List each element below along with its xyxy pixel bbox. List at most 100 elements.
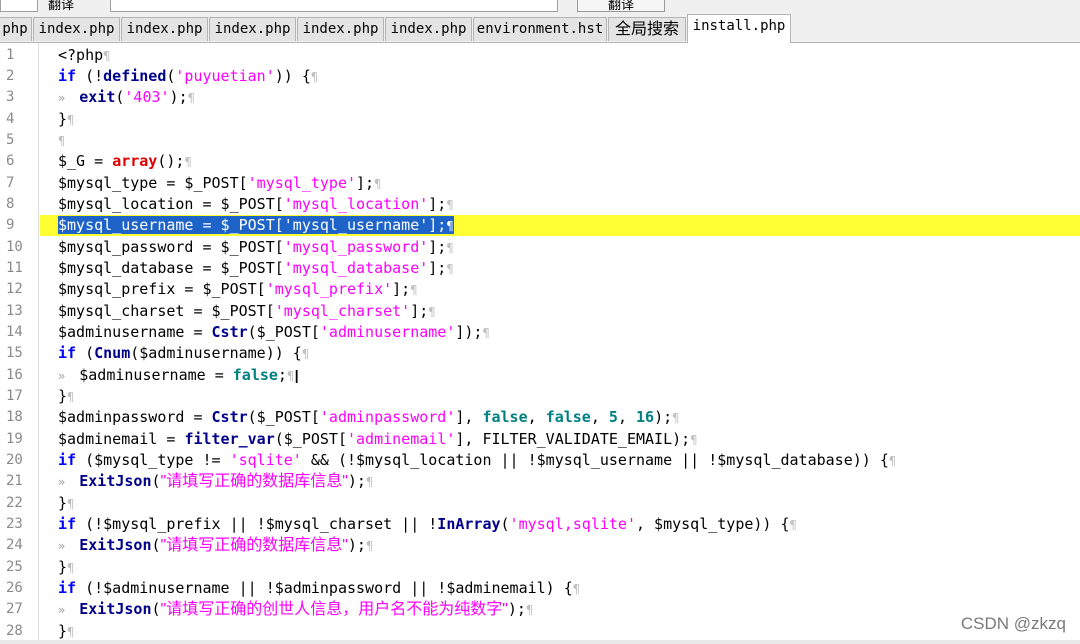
code-text: $mysql_prefix = $_POST['mysql_prefix'];¶ [58, 280, 418, 298]
line-number: 5 [6, 132, 15, 148]
line-number: 6 [6, 153, 15, 169]
code-line: if (!defined('puyuetian')) {¶ [58, 66, 1080, 87]
code-text: }¶ [58, 387, 75, 405]
line-number: 7 [6, 175, 15, 191]
line-number-gutter: 1 2 3 4 5 6 7 8 9 10 11 12 13 14 15 16 1… [0, 43, 39, 644]
code-text: if (!defined('puyuetian')) {¶ [58, 67, 319, 85]
translate-button[interactable]: 翻译 [577, 0, 665, 12]
code-text: » exit('403');¶ [58, 88, 195, 106]
tab-environment[interactable]: environment.hst [473, 17, 607, 41]
selected-code-text: $mysql_username = $_POST['mysql_username… [58, 216, 454, 234]
line-number: 17 [6, 388, 23, 404]
code-line: ¶ [58, 130, 1080, 151]
code-line: » exit('403');¶ [58, 87, 1080, 108]
code-text: }¶ [58, 622, 75, 640]
toolbar-label: 翻译 [48, 0, 75, 12]
code-line-highlighted: $mysql_username = $_POST['mysql_username… [40, 215, 1080, 236]
code-line: » ExitJson("请填写正确的数据库信息");¶ [58, 535, 1080, 556]
code-text: if (!$mysql_prefix || !$mysql_charset ||… [58, 515, 797, 533]
code-line: }¶ [58, 493, 1080, 514]
line-number: 20 [6, 452, 23, 468]
code-line: » ExitJson("请填写正确的创世人信息，用户名不能为纯数字");¶ [58, 599, 1080, 620]
line-number: 3 [6, 89, 15, 105]
code-text: <?php¶ [58, 46, 111, 64]
line-number: 18 [6, 409, 23, 425]
code-line: $adminemail = filter_var($_POST['adminem… [58, 429, 1080, 450]
code-text: if (Cnum($adminusername)) {¶ [58, 344, 310, 362]
line-number: 26 [6, 580, 23, 596]
line-number: 21 [6, 473, 23, 489]
horizontal-scrollbar[interactable] [0, 640, 1080, 644]
line-number: 12 [6, 281, 23, 297]
code-text: $mysql_database = $_POST['mysql_database… [58, 259, 454, 277]
line-number: 27 [6, 601, 23, 617]
tab-php[interactable]: php [0, 17, 32, 41]
code-line: if (Cnum($adminusername)) {¶ [58, 343, 1080, 364]
code-text: $mysql_location = $_POST['mysql_location… [58, 195, 454, 213]
code-text: $mysql_type = $_POST['mysql_type'];¶ [58, 174, 382, 192]
code-text: $mysql_charset = $_POST['mysql_charset']… [58, 302, 436, 320]
code-line: $adminpassword = Cstr($_POST['adminpassw… [58, 407, 1080, 428]
code-line: » ExitJson("请填写正确的数据库信息");¶ [58, 471, 1080, 492]
code-line: }¶ [58, 621, 1080, 642]
code-line: $adminusername = Cstr($_POST['adminusern… [58, 322, 1080, 343]
line-number: 1 [6, 47, 15, 63]
code-line: }¶ [58, 557, 1080, 578]
tab-bar: php index.php index.php index.php index.… [0, 14, 1080, 43]
code-text: $mysql_password = $_POST['mysql_password… [58, 238, 454, 256]
top-toolbar: 翻译 翻译 [0, 0, 1080, 14]
code-text: }¶ [58, 494, 75, 512]
code-line: $_G = array();¶ [58, 151, 1080, 172]
line-number: 8 [6, 196, 15, 212]
code-editor[interactable]: 1 2 3 4 5 6 7 8 9 10 11 12 13 14 15 16 1… [0, 43, 1080, 644]
code-text: if (!$adminusername || !$adminpassword |… [58, 579, 580, 597]
code-line: if (!$adminusername || !$adminpassword |… [58, 578, 1080, 599]
line-number: 24 [6, 537, 23, 553]
tab-index-5[interactable]: index.php [385, 17, 472, 41]
code-text: » ExitJson("请填写正确的数据库信息");¶ [58, 536, 374, 554]
code-line: $mysql_type = $_POST['mysql_type'];¶ [58, 173, 1080, 194]
code-line: if (!$mysql_prefix || !$mysql_charset ||… [58, 514, 1080, 535]
line-number: 9 [6, 217, 15, 233]
code-text: » $adminusername = false;¶ [58, 366, 295, 384]
code-text: » ExitJson("请填写正确的创世人信息，用户名不能为纯数字");¶ [58, 600, 534, 618]
line-number: 4 [6, 111, 15, 127]
code-text: $adminpassword = Cstr($_POST['adminpassw… [58, 408, 680, 426]
code-text: }¶ [58, 558, 75, 576]
tab-index-4[interactable]: index.php [297, 17, 384, 41]
code-text: $_G = array();¶ [58, 152, 192, 170]
code-line: $mysql_location = $_POST['mysql_location… [58, 194, 1080, 215]
line-number: 19 [6, 431, 23, 447]
tab-install-active[interactable]: install.php [687, 14, 791, 43]
line-number: 25 [6, 559, 23, 575]
tab-index-1[interactable]: index.php [33, 17, 120, 41]
code-line: if ($mysql_type != 'sqlite' && (!$mysql_… [58, 450, 1080, 471]
line-number: 28 [6, 623, 23, 639]
text-cursor-icon: I [294, 367, 300, 388]
tab-index-3[interactable]: index.php [209, 17, 296, 41]
code-text: $adminemail = filter_var($_POST['adminem… [58, 430, 698, 448]
line-number: 11 [6, 260, 23, 276]
code-text: » ExitJson("请填写正确的数据库信息");¶ [58, 472, 374, 490]
code-line: » $adminusername = false;¶ [58, 365, 1080, 386]
line-number: 15 [6, 345, 23, 361]
code-line: $mysql_database = $_POST['mysql_database… [58, 258, 1080, 279]
toolbar-input-main[interactable] [110, 0, 558, 12]
tab-global-search[interactable]: 全局搜索 [608, 17, 686, 41]
code-line: }¶ [58, 386, 1080, 407]
tab-index-2[interactable]: index.php [121, 17, 208, 41]
toolbar-input-left[interactable] [0, 0, 38, 12]
code-line: }¶ [58, 109, 1080, 130]
code-text: }¶ [58, 110, 75, 128]
code-text: if ($mysql_type != 'sqlite' && (!$mysql_… [58, 451, 897, 469]
line-number: 2 [6, 68, 15, 84]
code-text: ¶ [58, 134, 66, 148]
line-number: 14 [6, 324, 23, 340]
watermark: CSDN @zkzq [960, 614, 1066, 633]
code-line: $mysql_charset = $_POST['mysql_charset']… [58, 301, 1080, 322]
code-text: $adminusername = Cstr($_POST['adminusern… [58, 323, 490, 341]
code-line: $mysql_prefix = $_POST['mysql_prefix'];¶ [58, 279, 1080, 300]
line-number: 22 [6, 495, 23, 511]
line-number: 13 [6, 303, 23, 319]
line-number: 10 [6, 239, 23, 255]
